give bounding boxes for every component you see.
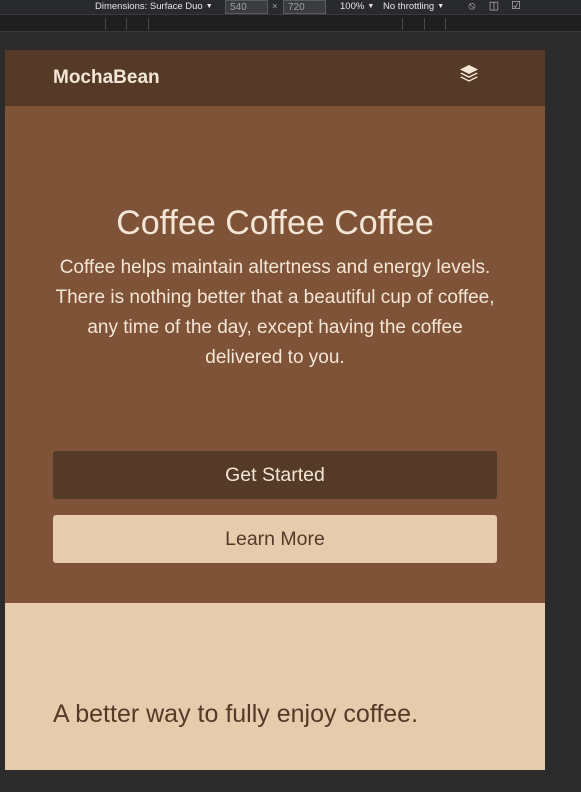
navbar: MochaBean: [5, 50, 545, 106]
ruler-tick: [126, 18, 127, 30]
device-viewport: MochaBean Coffee Coffee Coffee Coffee he…: [5, 50, 545, 770]
hero-title: Coffee Coffee Coffee: [116, 204, 434, 242]
dimension-separator: ×: [272, 1, 278, 12]
throttling-selector[interactable]: No throttling ▼: [383, 1, 444, 12]
caret-down-icon: ▼: [437, 3, 445, 10]
feature-section: A better way to fully enjoy coffee.: [5, 603, 545, 770]
caret-down-icon: ▼: [367, 3, 375, 10]
learn-more-button[interactable]: Learn More: [53, 515, 497, 563]
ruler-tick: [424, 18, 425, 30]
rotate-icon[interactable]: ⦸: [466, 0, 478, 12]
brand-logo[interactable]: MochaBean: [53, 67, 160, 89]
zoom-selector[interactable]: 100% ▼: [340, 1, 374, 12]
get-started-button[interactable]: Get Started: [53, 451, 497, 499]
hero-section: Coffee Coffee Coffee Coffee helps mainta…: [5, 106, 545, 603]
device-selector[interactable]: Dimensions: Surface Duo ▼: [95, 1, 213, 12]
devtools-gutter: [545, 32, 581, 792]
hero-description: Coffee helps maintain altertness and ene…: [55, 257, 495, 368]
ruler-tick: [148, 18, 149, 30]
throttling-label: No throttling: [383, 1, 435, 12]
media-query-bar: [0, 14, 581, 32]
dual-screen-icon[interactable]: ◫: [488, 0, 500, 12]
ruler-tick: [445, 18, 446, 30]
devtools-device-toolbar: Dimensions: Surface Duo ▼ × 100% ▼ No th…: [0, 0, 581, 14]
viewport-height-input[interactable]: [283, 0, 326, 14]
zoom-label: 100%: [340, 1, 365, 12]
ruler-tick: [105, 18, 106, 30]
feature-heading: A better way to fully enjoy coffee.: [53, 700, 419, 728]
menu-toggle-button[interactable]: [458, 63, 480, 85]
posture-icon[interactable]: ☑: [510, 0, 522, 12]
ruler-tick: [402, 18, 403, 30]
caret-down-icon: ▼: [205, 3, 213, 10]
device-dimensions-label: Dimensions: Surface Duo: [95, 1, 203, 12]
viewport-width-input[interactable]: [225, 0, 268, 14]
layers-icon: [460, 65, 478, 82]
